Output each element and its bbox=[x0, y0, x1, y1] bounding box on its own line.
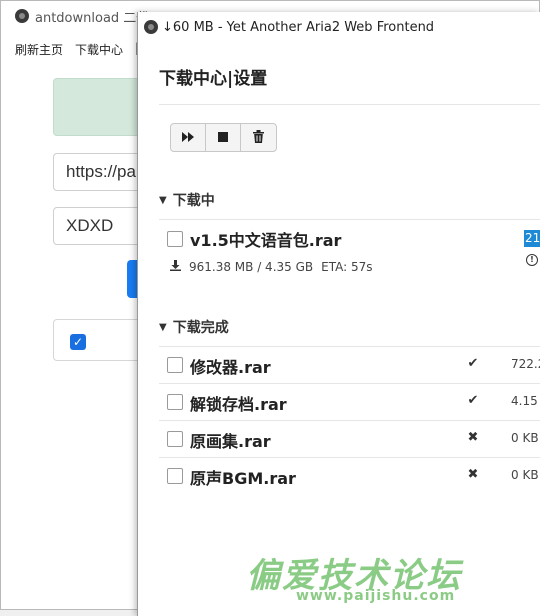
task-size: 4.15 MB bbox=[511, 394, 540, 408]
task-file-name: 原声BGM.rar bbox=[190, 469, 296, 488]
delete-button[interactable] bbox=[241, 124, 276, 151]
completed-section-title: 下载完成 bbox=[172, 320, 229, 336]
stop-icon bbox=[218, 131, 228, 145]
page-title: 下载中心|设置 bbox=[159, 69, 268, 89]
front-window-title: ↓60 MB - Yet Another Aria2 Web Frontend bbox=[162, 19, 435, 35]
front-window: ↓60 MB - Yet Another Aria2 Web Frontend … bbox=[137, 12, 540, 616]
completed-task-row[interactable]: 原画集.rar ✖ 0 KB bbox=[159, 420, 540, 457]
back-window-title: antdownload 二代 bbox=[35, 10, 150, 26]
task-progress-text: 961.38 MB / 4.35 GB bbox=[189, 260, 314, 274]
task-checkbox[interactable] bbox=[167, 357, 183, 373]
stop-button[interactable] bbox=[206, 124, 241, 151]
error-x-icon: ✖ bbox=[467, 467, 479, 482]
completed-task-row[interactable]: 解锁存档.rar ✔ 4.15 MB bbox=[159, 383, 540, 420]
downloading-section-header[interactable]: ▼ 下载中 bbox=[159, 190, 215, 210]
completed-task-row[interactable]: 修改器.rar ✔ 722.29 K bbox=[159, 346, 540, 383]
chevron-down-icon: ▼ bbox=[159, 321, 167, 333]
fast-forward-icon bbox=[182, 131, 194, 145]
task-meta: 961.38 MB / 4.35 GB ETA: 57s bbox=[170, 260, 372, 274]
divider bbox=[159, 104, 540, 105]
task-checkbox[interactable] bbox=[167, 468, 183, 484]
task-size: 722.29 K bbox=[511, 357, 540, 371]
downloading-section-title: 下载中 bbox=[172, 193, 215, 209]
nav-download-center[interactable]: 下载中心 bbox=[75, 41, 123, 58]
watermark-url: www.paijishu.com bbox=[296, 588, 456, 604]
download-task-row[interactable]: v1.5中文语音包.rar 961.38 MB / 4.35 GB ETA: 5… bbox=[159, 219, 540, 279]
download-icon bbox=[170, 260, 181, 274]
front-window-titlebar: ↓60 MB - Yet Another Aria2 Web Frontend bbox=[138, 12, 540, 42]
chevron-down-icon: ▼ bbox=[159, 194, 167, 206]
nav-refresh-home[interactable]: 刷新主页 bbox=[15, 41, 63, 58]
task-checkbox[interactable] bbox=[167, 231, 183, 247]
task-eta: ETA: 57s bbox=[321, 260, 373, 274]
task-file-name: 修改器.rar bbox=[190, 358, 271, 377]
task-checkbox[interactable] bbox=[167, 431, 183, 447]
error-x-icon: ✖ bbox=[467, 430, 479, 445]
task-file-name: v1.5中文语音包.rar bbox=[190, 231, 342, 250]
progress-percent-badge: 21. bbox=[524, 230, 540, 247]
completed-task-row[interactable]: 原声BGM.rar ✖ 0 KB bbox=[159, 457, 540, 494]
check-icon: ✔ bbox=[467, 356, 479, 371]
task-size: 0 KB bbox=[511, 468, 539, 482]
app-icon bbox=[15, 9, 29, 23]
task-checkbox[interactable] bbox=[167, 394, 183, 410]
check-icon: ✔ bbox=[467, 393, 479, 408]
task-file-name: 原画集.rar bbox=[190, 432, 271, 451]
completed-section-header[interactable]: ▼ 下载完成 bbox=[159, 317, 229, 337]
task-size: 0 KB bbox=[511, 431, 539, 445]
checked-checkbox[interactable]: ✓ bbox=[70, 334, 86, 350]
task-file-name: 解锁存档.rar bbox=[190, 395, 287, 414]
resume-button[interactable] bbox=[171, 124, 206, 151]
action-toolbar bbox=[170, 123, 277, 152]
info-alert-icon[interactable]: ! bbox=[526, 254, 538, 266]
app-icon bbox=[144, 20, 158, 34]
trash-icon bbox=[253, 129, 264, 146]
